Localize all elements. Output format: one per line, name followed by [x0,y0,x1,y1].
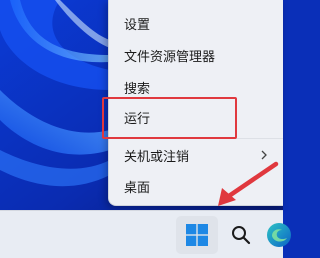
menu-item-settings[interactable]: 设置 [111,8,283,38]
menu-item-label: 文件资源管理器 [124,49,216,65]
menu-item-file-explorer[interactable]: 文件资源管理器 [111,40,283,70]
menu-item-label: 关机或注销 [124,149,190,165]
search-icon [232,226,251,245]
menu-item-label: 桌面 [124,180,151,196]
start-button[interactable] [176,216,218,254]
taskbar-search-button[interactable] [224,216,258,254]
red-arrow-annotation [218,161,279,206]
edge-icon[interactable] [264,220,294,250]
menu-item-label: 搜索 [124,81,151,97]
menu-item-label: 设置 [124,17,151,33]
run-highlight-box [102,97,237,139]
windows-start-icon [186,224,208,246]
